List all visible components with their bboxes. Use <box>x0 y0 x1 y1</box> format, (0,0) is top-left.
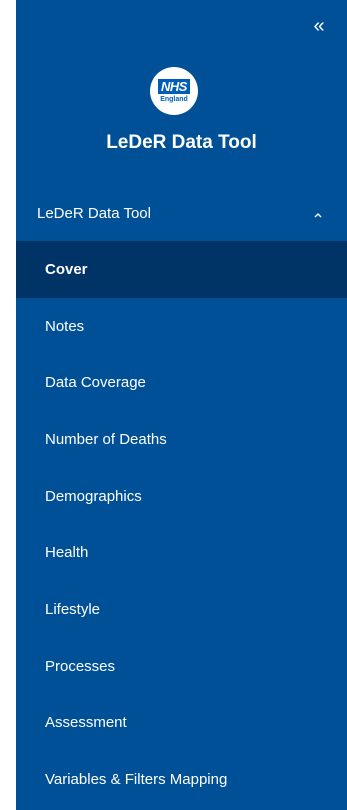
nav-item-label: Number of Deaths <box>45 430 167 448</box>
nav-item-label: Data Coverage <box>45 374 146 392</box>
navigation-panel: « NHS England LeDeR Data Tool LeDeR Data… <box>16 0 347 810</box>
nav-item-label: Cover <box>45 260 88 278</box>
nav-item-processes[interactable]: Processes <box>16 638 347 695</box>
nav-item-label: Assessment <box>45 714 127 732</box>
nav-item-label: Demographics <box>45 487 142 505</box>
nav-item-assessment[interactable]: Assessment <box>16 695 347 752</box>
nav-list: Cover Notes Data Coverage Number of Deat… <box>16 241 347 808</box>
nav-item-demographics[interactable]: Demographics <box>16 468 347 525</box>
nav-item-notes[interactable]: Notes <box>16 298 347 355</box>
section-label: LeDeR Data Tool <box>37 205 151 222</box>
collapse-sidebar-button[interactable]: « <box>307 14 331 38</box>
nav-item-cover[interactable]: Cover <box>16 241 347 298</box>
nav-item-label: Processes <box>45 657 116 675</box>
nav-item-label: Health <box>45 544 89 562</box>
nav-item-number-of-deaths[interactable]: Number of Deaths <box>16 411 347 468</box>
section-header-leder-data-tool[interactable]: LeDeR Data Tool <box>16 195 347 233</box>
chevron-up-icon <box>314 213 322 218</box>
nav-item-label: Notes <box>45 317 85 335</box>
nav-item-variables-filters-mapping[interactable]: Variables & Filters Mapping <box>16 751 347 808</box>
nav-item-label: Variables & Filters Mapping <box>45 771 228 789</box>
logo-brand-text: NHS <box>158 78 190 94</box>
nav-item-health[interactable]: Health <box>16 524 347 581</box>
nav-item-lifestyle[interactable]: Lifestyle <box>16 581 347 638</box>
nav-item-data-coverage[interactable]: Data Coverage <box>16 354 347 411</box>
app-title: LeDeR Data Tool <box>106 132 257 153</box>
logo-region-text: England <box>160 95 188 103</box>
double-chevron-left-icon: « <box>313 15 325 37</box>
nav-item-label: Lifestyle <box>45 600 101 618</box>
nhs-england-logo: NHS England <box>150 67 198 115</box>
